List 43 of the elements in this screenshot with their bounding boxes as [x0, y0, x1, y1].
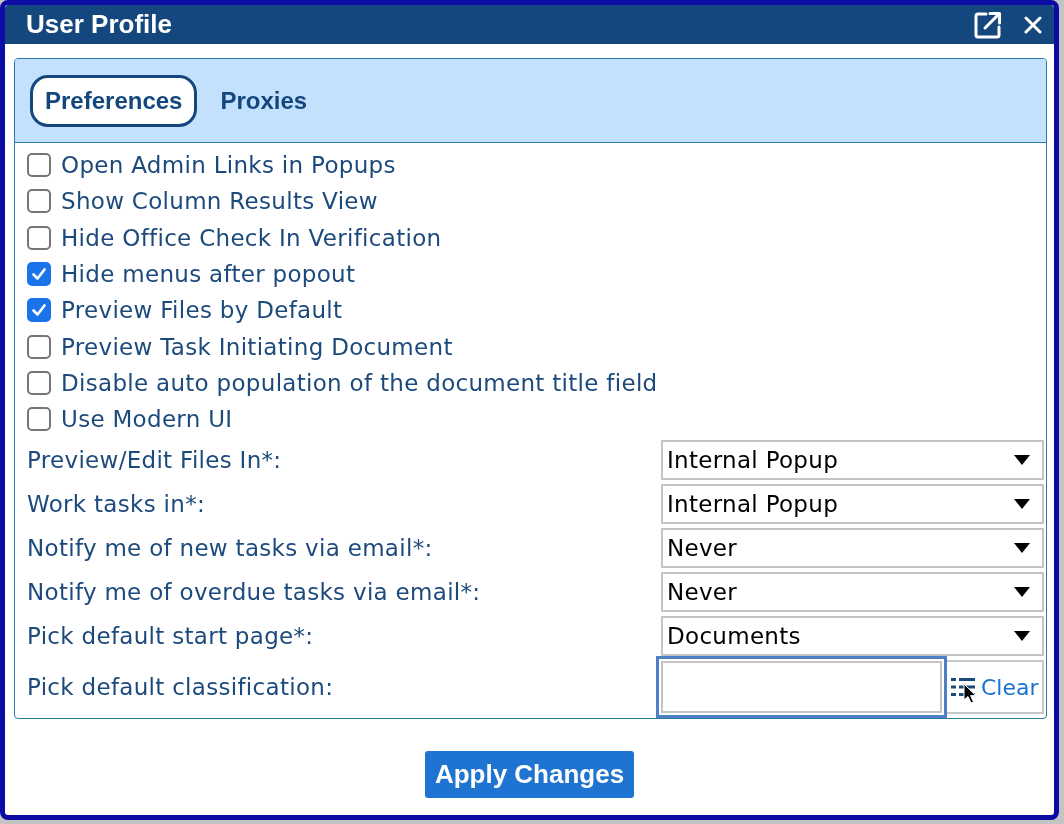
option-label: Hide menus after popout: [61, 261, 356, 288]
option-label: Preview Task Initiating Document: [61, 333, 453, 360]
tab[interactable]: Proxies: [205, 74, 323, 127]
popout-icon[interactable]: [973, 9, 1003, 40]
checkbox[interactable]: [27, 370, 51, 395]
checkbox[interactable]: [27, 407, 51, 432]
setting-label: Work tasks in*:: [27, 491, 205, 518]
tab[interactable]: Preferences: [30, 74, 198, 127]
setting-label: Preview/Edit Files In*:: [27, 447, 282, 474]
setting-label: Notify me of new tasks via email*:: [27, 535, 433, 562]
caret-icon: [1014, 631, 1030, 642]
clear-link[interactable]: Clear: [981, 674, 1039, 700]
close-icon[interactable]: [1024, 15, 1042, 34]
dropdown[interactable]: Internal Popup: [661, 484, 1044, 525]
option-label: Preview Files by Default: [61, 297, 343, 324]
checkbox[interactable]: [27, 225, 51, 250]
caret-icon: [1014, 543, 1030, 554]
checkbox[interactable]: [27, 334, 51, 359]
option-label: Use Modern UI: [61, 406, 233, 433]
dropdown[interactable]: Internal Popup: [661, 440, 1044, 481]
setting-label: Pick default classification:: [27, 674, 334, 701]
checkbox[interactable]: [27, 189, 51, 214]
dropdown[interactable]: Documents: [661, 616, 1044, 657]
caret-icon: [1014, 455, 1030, 466]
option-label: Show Column Results View: [61, 188, 378, 215]
setting-label: Notify me of overdue tasks via email*:: [27, 579, 481, 606]
check-icon: [31, 302, 47, 319]
option-label: Hide Office Check In Verification: [61, 224, 442, 251]
apply-changes-button[interactable]: Apply Changes: [424, 751, 635, 799]
cursor-icon: [963, 683, 977, 705]
check-icon: [31, 266, 47, 283]
option-label: Disable auto population of the document title field: [61, 369, 658, 396]
dropdown[interactable]: Never: [661, 572, 1044, 613]
window-title: User Profile: [26, 9, 172, 40]
setting-label: Pick default start page*:: [27, 623, 314, 650]
checkbox[interactable]: [27, 153, 51, 178]
option-label: Open Admin Links in Popups: [61, 152, 396, 179]
checkbox[interactable]: [27, 262, 51, 287]
caret-icon: [1014, 499, 1030, 510]
caret-icon: [1014, 587, 1030, 598]
dropdown[interactable]: Never: [661, 528, 1044, 569]
checkbox[interactable]: [27, 298, 51, 323]
input-field[interactable]: [656, 656, 947, 719]
